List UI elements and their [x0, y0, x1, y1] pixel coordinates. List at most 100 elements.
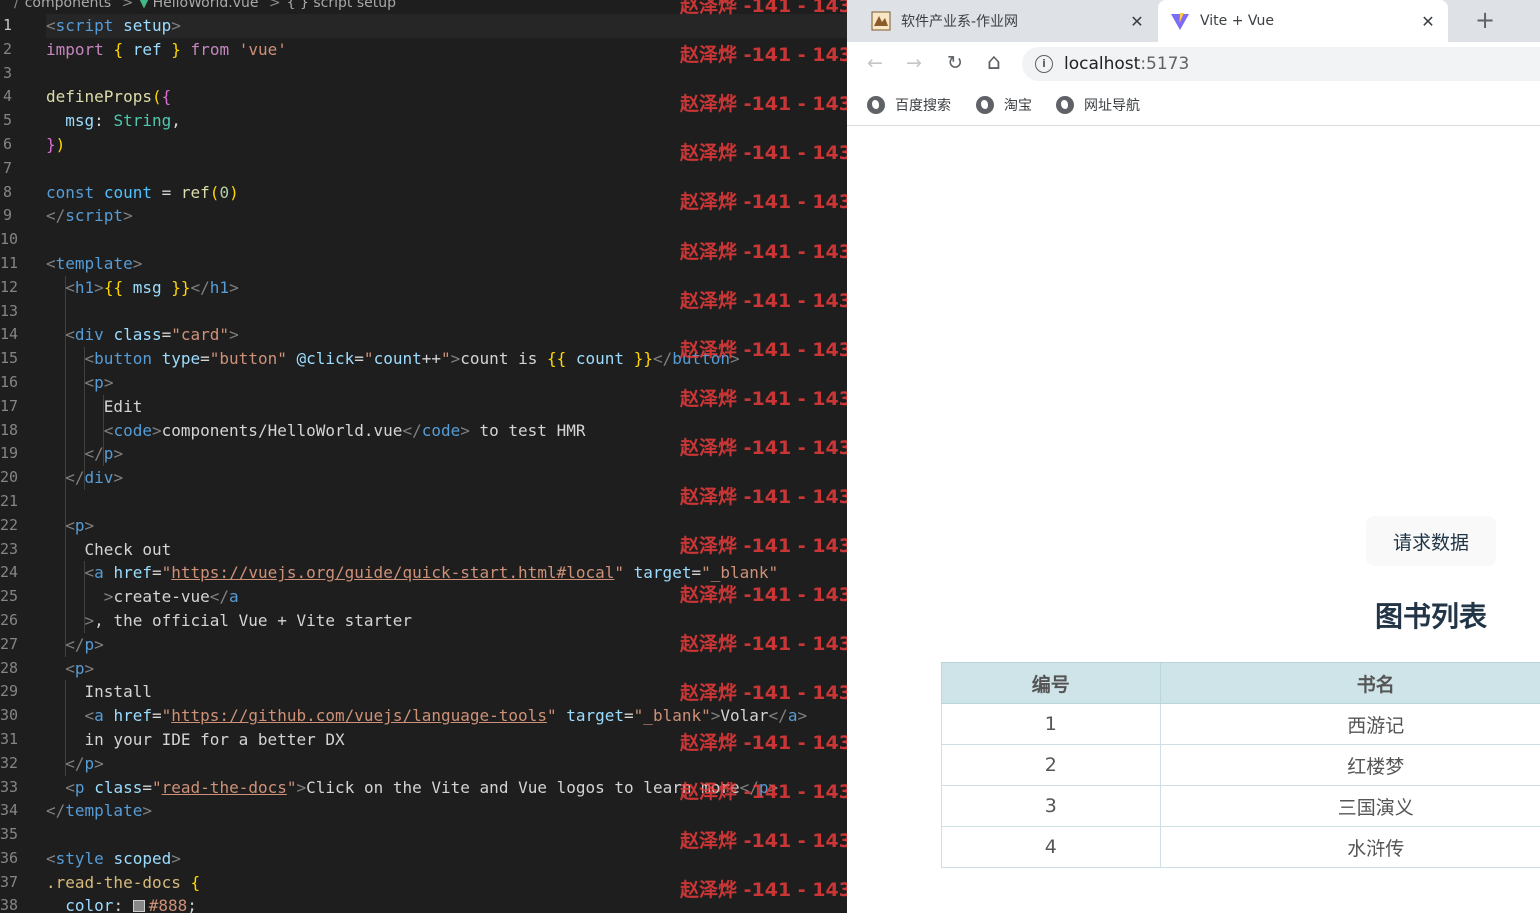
code-token: "	[152, 777, 162, 797]
code-line[interactable]: </script>	[46, 204, 847, 228]
code-line[interactable]: <code>components/HelloWorld.vue</code> t…	[46, 419, 847, 443]
code-token: (	[209, 182, 220, 202]
indent-guide	[65, 680, 66, 776]
column-header-title: 书名	[1159, 662, 1540, 704]
breadcrumb-symbol[interactable]: { } script setup	[287, 0, 396, 11]
home-button[interactable]: ⌂	[982, 51, 1006, 75]
address-bar[interactable]: i localhost:5173	[1022, 47, 1540, 81]
back-button[interactable]: ←	[863, 51, 887, 75]
code-editor[interactable]: / components > ▼ HelloWorld.vue > { } script…	[0, 0, 847, 913]
close-tab-icon[interactable]: ✕	[1418, 12, 1438, 31]
code-line[interactable]	[46, 62, 847, 86]
code-token: }}	[633, 349, 653, 369]
code-line[interactable]: >create-vue</a	[46, 585, 847, 609]
code-line[interactable]: </p>	[46, 442, 847, 466]
code-token: target	[633, 563, 692, 583]
code-token: >	[84, 515, 95, 535]
code-token: #888	[148, 896, 188, 913]
code-line[interactable]: color: #888;	[46, 894, 847, 913]
code-line[interactable]: Check out	[46, 538, 847, 562]
bookmark-baidu[interactable]: 百度搜索	[867, 94, 951, 116]
code-line[interactable]: <a href="https://github.com/vuejs/langua…	[46, 704, 847, 728]
code-line[interactable]: <script setup>	[46, 14, 847, 38]
address-url[interactable]: localhost:5173	[1064, 47, 1189, 81]
code-line[interactable]: defineProps({	[46, 85, 847, 109]
code-token: :	[113, 896, 133, 913]
code-token: count	[575, 349, 625, 369]
tab-homework-site[interactable]: 软件产业系-作业网 ✕	[857, 0, 1157, 42]
code-line[interactable]: <p>	[46, 657, 847, 681]
line-number: 21	[0, 491, 19, 510]
code-line[interactable]: const count = ref(0)	[46, 181, 847, 205]
line-number: 29	[0, 682, 19, 701]
code-line[interactable]: <style scoped>	[46, 847, 847, 871]
forward-button[interactable]: →	[902, 51, 926, 75]
code-line[interactable]: </p>	[46, 633, 847, 657]
breadcrumb-folder[interactable]: components	[25, 0, 112, 11]
code-token: msg	[65, 111, 95, 131]
code-line[interactable]: <p class="read-the-docs">Click on the Vi…	[46, 776, 847, 800]
tab-vite-vue[interactable]: Vite + Vue ✕	[1158, 0, 1448, 42]
code-token: p	[758, 777, 769, 797]
breadcrumb-file[interactable]: HelloWorld.vue	[153, 0, 259, 11]
code-token: components/HelloWorld.vue	[161, 420, 403, 440]
code-line[interactable]: msg: String,	[46, 109, 847, 133]
code-token: "	[286, 777, 297, 797]
code-line[interactable]: import { ref } from 'vue'	[46, 38, 847, 62]
code-token: href	[113, 563, 152, 583]
code-token: <	[46, 253, 56, 273]
code-line[interactable]: <div class="card">	[46, 323, 847, 347]
new-tab-button[interactable]: +	[1471, 6, 1499, 34]
code-token: <	[65, 277, 75, 297]
code-line[interactable]: <a href="https://vuejs.org/guide/quick-s…	[46, 561, 847, 585]
line-number: 20	[0, 468, 19, 487]
page-viewport: 请求数据 图书列表 编号 书名 1 西游记 2 红楼梦 3 三国演义 4 水浒传	[847, 127, 1540, 913]
code-token: <	[46, 848, 56, 868]
code-line[interactable]: <p>	[46, 514, 847, 538]
code-line[interactable]: <p>	[46, 371, 847, 395]
code-token: p	[103, 444, 114, 464]
line-number: 30	[0, 706, 19, 725]
code-line[interactable]	[46, 228, 847, 252]
code-token: , the official Vue + Vite starter	[94, 610, 413, 630]
code-token: "	[161, 563, 172, 583]
code-line[interactable]: <h1>{{ msg }}</h1>	[46, 276, 847, 300]
code-line[interactable]	[46, 300, 847, 324]
line-number: 37	[0, 872, 19, 891]
url-host: localhost	[1064, 54, 1141, 74]
code-line[interactable]: in your IDE for a better DX	[46, 728, 847, 752]
site-info-icon[interactable]: i	[1035, 55, 1053, 73]
code-line[interactable]	[46, 157, 847, 181]
breadcrumb-separator: >	[268, 0, 281, 11]
code-line[interactable]: </template>	[46, 799, 847, 823]
code-line[interactable]: .read-the-docs {	[46, 871, 847, 895]
code-line[interactable]: </div>	[46, 466, 847, 490]
code-line[interactable]: >, the official Vue + Vite starter	[46, 609, 847, 633]
code-token: =	[624, 706, 634, 726]
line-number: 35	[0, 825, 19, 844]
homework-site-favicon-icon	[871, 11, 891, 31]
bookmark-taobao[interactable]: 淘宝	[976, 94, 1032, 116]
code-line[interactable]: })	[46, 133, 847, 157]
code-line[interactable]: <template>	[46, 252, 847, 276]
bookmark-nav-site[interactable]: 网址导航	[1056, 94, 1140, 116]
code-line[interactable]: </p>	[46, 752, 847, 776]
close-tab-icon[interactable]: ✕	[1127, 12, 1147, 31]
fetch-data-button[interactable]: 请求数据	[1366, 516, 1496, 566]
code-line[interactable]	[46, 490, 847, 514]
code-line[interactable]: Install	[46, 680, 847, 704]
code-token: >	[229, 277, 239, 297]
reload-button[interactable]: ↻	[943, 51, 967, 75]
line-number: 28	[0, 658, 19, 677]
code-line[interactable]: <button type="button" @click="count++">c…	[46, 347, 847, 371]
code-line[interactable]: Edit	[46, 395, 847, 419]
code-area[interactable]: <script setup> import { ref } from 'vue' …	[46, 14, 847, 913]
code-line[interactable]	[46, 823, 847, 847]
code-token: <	[84, 563, 95, 583]
